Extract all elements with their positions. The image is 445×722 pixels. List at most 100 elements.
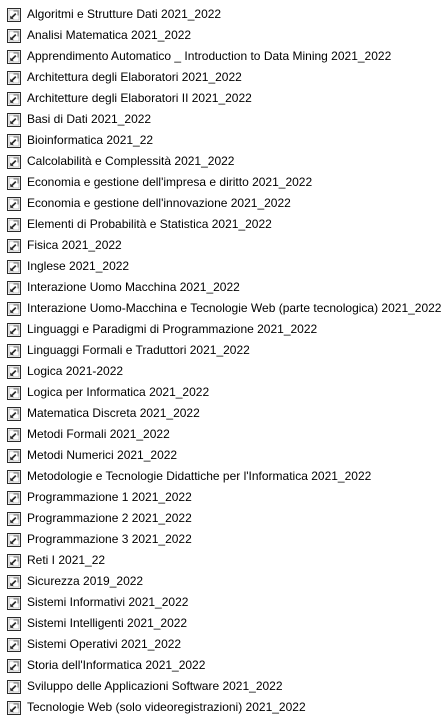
file-list-item[interactable]: Metodi Numerici 2021_2022 xyxy=(0,445,445,466)
file-name: Sistemi Intelligenti 2021_2022 xyxy=(27,616,188,630)
file-name: Metodi Formali 2021_2022 xyxy=(27,427,170,441)
internet-shortcut-icon xyxy=(6,427,22,443)
file-name: Analisi Matematica 2021_2022 xyxy=(27,28,192,42)
file-name: Apprendimento Automatico _ Introduction … xyxy=(27,49,392,63)
internet-shortcut-icon xyxy=(6,406,22,422)
file-name: Metodologie e Tecnologie Didattiche per … xyxy=(27,469,372,483)
file-list-item[interactable]: Interazione Uomo-Macchina e Tecnologie W… xyxy=(0,298,445,319)
file-list-item[interactable]: Storia dell'Informatica 2021_2022 xyxy=(0,655,445,676)
internet-shortcut-icon xyxy=(6,238,22,254)
internet-shortcut-icon xyxy=(6,679,22,695)
internet-shortcut-icon xyxy=(6,175,22,191)
internet-shortcut-icon xyxy=(6,343,22,359)
file-list-item[interactable]: Analisi Matematica 2021_2022 xyxy=(0,25,445,46)
file-name: Interazione Uomo Macchina 2021_2022 xyxy=(27,280,240,294)
file-list-item[interactable]: Tecnologie Web (solo videoregistrazioni)… xyxy=(0,697,445,718)
file-list-item[interactable]: Programmazione 2 2021_2022 xyxy=(0,508,445,529)
internet-shortcut-icon xyxy=(6,91,22,107)
internet-shortcut-icon xyxy=(6,154,22,170)
internet-shortcut-icon xyxy=(6,574,22,590)
file-list-item[interactable]: Economia e gestione dell'impresa e dirit… xyxy=(0,172,445,193)
file-name: Economia e gestione dell'impresa e dirit… xyxy=(27,175,313,189)
file-name: Fisica 2021_2022 xyxy=(27,238,122,252)
file-list-item[interactable]: Programmazione 3 2021_2022 xyxy=(0,529,445,550)
internet-shortcut-icon xyxy=(6,133,22,149)
file-list-item[interactable]: Logica per Informatica 2021_2022 xyxy=(0,382,445,403)
internet-shortcut-icon xyxy=(6,112,22,128)
internet-shortcut-icon xyxy=(6,7,22,23)
internet-shortcut-icon xyxy=(6,49,22,65)
file-list-item[interactable]: Programmazione 1 2021_2022 xyxy=(0,487,445,508)
file-list-item[interactable]: Logica 2021-2022 xyxy=(0,361,445,382)
internet-shortcut-icon xyxy=(6,322,22,338)
file-list-item[interactable]: Linguaggi e Paradigmi di Programmazione … xyxy=(0,319,445,340)
file-name: Programmazione 1 2021_2022 xyxy=(27,490,192,504)
file-list-item[interactable]: Elementi di Probabilità e Statistica 202… xyxy=(0,214,445,235)
internet-shortcut-icon xyxy=(6,553,22,569)
internet-shortcut-icon xyxy=(6,658,22,674)
file-list-item[interactable]: Basi di Dati 2021_2022 xyxy=(0,109,445,130)
file-list-item[interactable]: Sistemi Intelligenti 2021_2022 xyxy=(0,613,445,634)
file-name: Calcolabilità e Complessità 2021_2022 xyxy=(27,154,235,168)
file-list-item[interactable]: Linguaggi Formali e Traduttori 2021_2022 xyxy=(0,340,445,361)
internet-shortcut-icon xyxy=(6,511,22,527)
file-name: Programmazione 2 2021_2022 xyxy=(27,511,192,525)
file-list-item[interactable]: Apprendimento Automatico _ Introduction … xyxy=(0,46,445,67)
file-name: Basi di Dati 2021_2022 xyxy=(27,112,152,126)
internet-shortcut-icon xyxy=(6,616,22,632)
internet-shortcut-icon xyxy=(6,259,22,275)
internet-shortcut-icon xyxy=(6,196,22,212)
file-list-item[interactable]: Metodologie e Tecnologie Didattiche per … xyxy=(0,466,445,487)
file-list-item[interactable]: Architettura degli Elaboratori 2021_2022 xyxy=(0,67,445,88)
file-list-item[interactable]: Inglese 2021_2022 xyxy=(0,256,445,277)
file-name: Sviluppo delle Applicazioni Software 202… xyxy=(27,679,283,693)
internet-shortcut-icon xyxy=(6,217,22,233)
file-name: Storia dell'Informatica 2021_2022 xyxy=(27,658,206,672)
file-list: Algoritmi e Strutture Dati 2021_2022 Ana… xyxy=(0,0,445,718)
file-name: Sistemi Operativi 2021_2022 xyxy=(27,637,182,651)
file-list-item[interactable]: Algoritmi e Strutture Dati 2021_2022 xyxy=(0,4,445,25)
file-list-item[interactable]: Fisica 2021_2022 xyxy=(0,235,445,256)
file-list-item[interactable]: Economia e gestione dell'innovazione 202… xyxy=(0,193,445,214)
internet-shortcut-icon xyxy=(6,280,22,296)
file-name: Sistemi Informativi 2021_2022 xyxy=(27,595,189,609)
file-list-item[interactable]: Sviluppo delle Applicazioni Software 202… xyxy=(0,676,445,697)
internet-shortcut-icon xyxy=(6,364,22,380)
internet-shortcut-icon xyxy=(6,700,22,716)
file-list-item[interactable]: Bioinformatica 2021_22 xyxy=(0,130,445,151)
internet-shortcut-icon xyxy=(6,301,22,317)
file-name: Programmazione 3 2021_2022 xyxy=(27,532,192,546)
file-name: Reti I 2021_22 xyxy=(27,553,106,567)
internet-shortcut-icon xyxy=(6,637,22,653)
file-name: Matematica Discreta 2021_2022 xyxy=(27,406,200,420)
file-name: Logica 2021-2022 xyxy=(27,364,124,378)
file-list-item[interactable]: Sistemi Operativi 2021_2022 xyxy=(0,634,445,655)
file-list-item[interactable]: Calcolabilità e Complessità 2021_2022 xyxy=(0,151,445,172)
file-list-item[interactable]: Reti I 2021_22 xyxy=(0,550,445,571)
file-name: Algoritmi e Strutture Dati 2021_2022 xyxy=(27,7,222,21)
internet-shortcut-icon xyxy=(6,448,22,464)
file-name: Architettura degli Elaboratori 2021_2022 xyxy=(27,70,242,84)
file-name: Bioinformatica 2021_22 xyxy=(27,133,154,147)
file-name: Economia e gestione dell'innovazione 202… xyxy=(27,196,291,210)
file-list-item[interactable]: Architetture degli Elaboratori II 2021_2… xyxy=(0,88,445,109)
file-name: Tecnologie Web (solo videoregistrazioni)… xyxy=(27,700,306,714)
file-name: Inglese 2021_2022 xyxy=(27,259,130,273)
internet-shortcut-icon xyxy=(6,532,22,548)
file-name: Elementi di Probabilità e Statistica 202… xyxy=(27,217,272,231)
file-list-item[interactable]: Sistemi Informativi 2021_2022 xyxy=(0,592,445,613)
internet-shortcut-icon xyxy=(6,28,22,44)
file-list-item[interactable]: Sicurezza 2019_2022 xyxy=(0,571,445,592)
file-name: Linguaggi e Paradigmi di Programmazione … xyxy=(27,322,318,336)
internet-shortcut-icon xyxy=(6,469,22,485)
file-list-item[interactable]: Interazione Uomo Macchina 2021_2022 xyxy=(0,277,445,298)
file-name: Linguaggi Formali e Traduttori 2021_2022 xyxy=(27,343,250,357)
file-name: Architetture degli Elaboratori II 2021_2… xyxy=(27,91,252,105)
file-name: Metodi Numerici 2021_2022 xyxy=(27,448,178,462)
internet-shortcut-icon xyxy=(6,385,22,401)
internet-shortcut-icon xyxy=(6,595,22,611)
file-name: Sicurezza 2019_2022 xyxy=(27,574,144,588)
internet-shortcut-icon xyxy=(6,70,22,86)
file-list-item[interactable]: Matematica Discreta 2021_2022 xyxy=(0,403,445,424)
file-list-item[interactable]: Metodi Formali 2021_2022 xyxy=(0,424,445,445)
